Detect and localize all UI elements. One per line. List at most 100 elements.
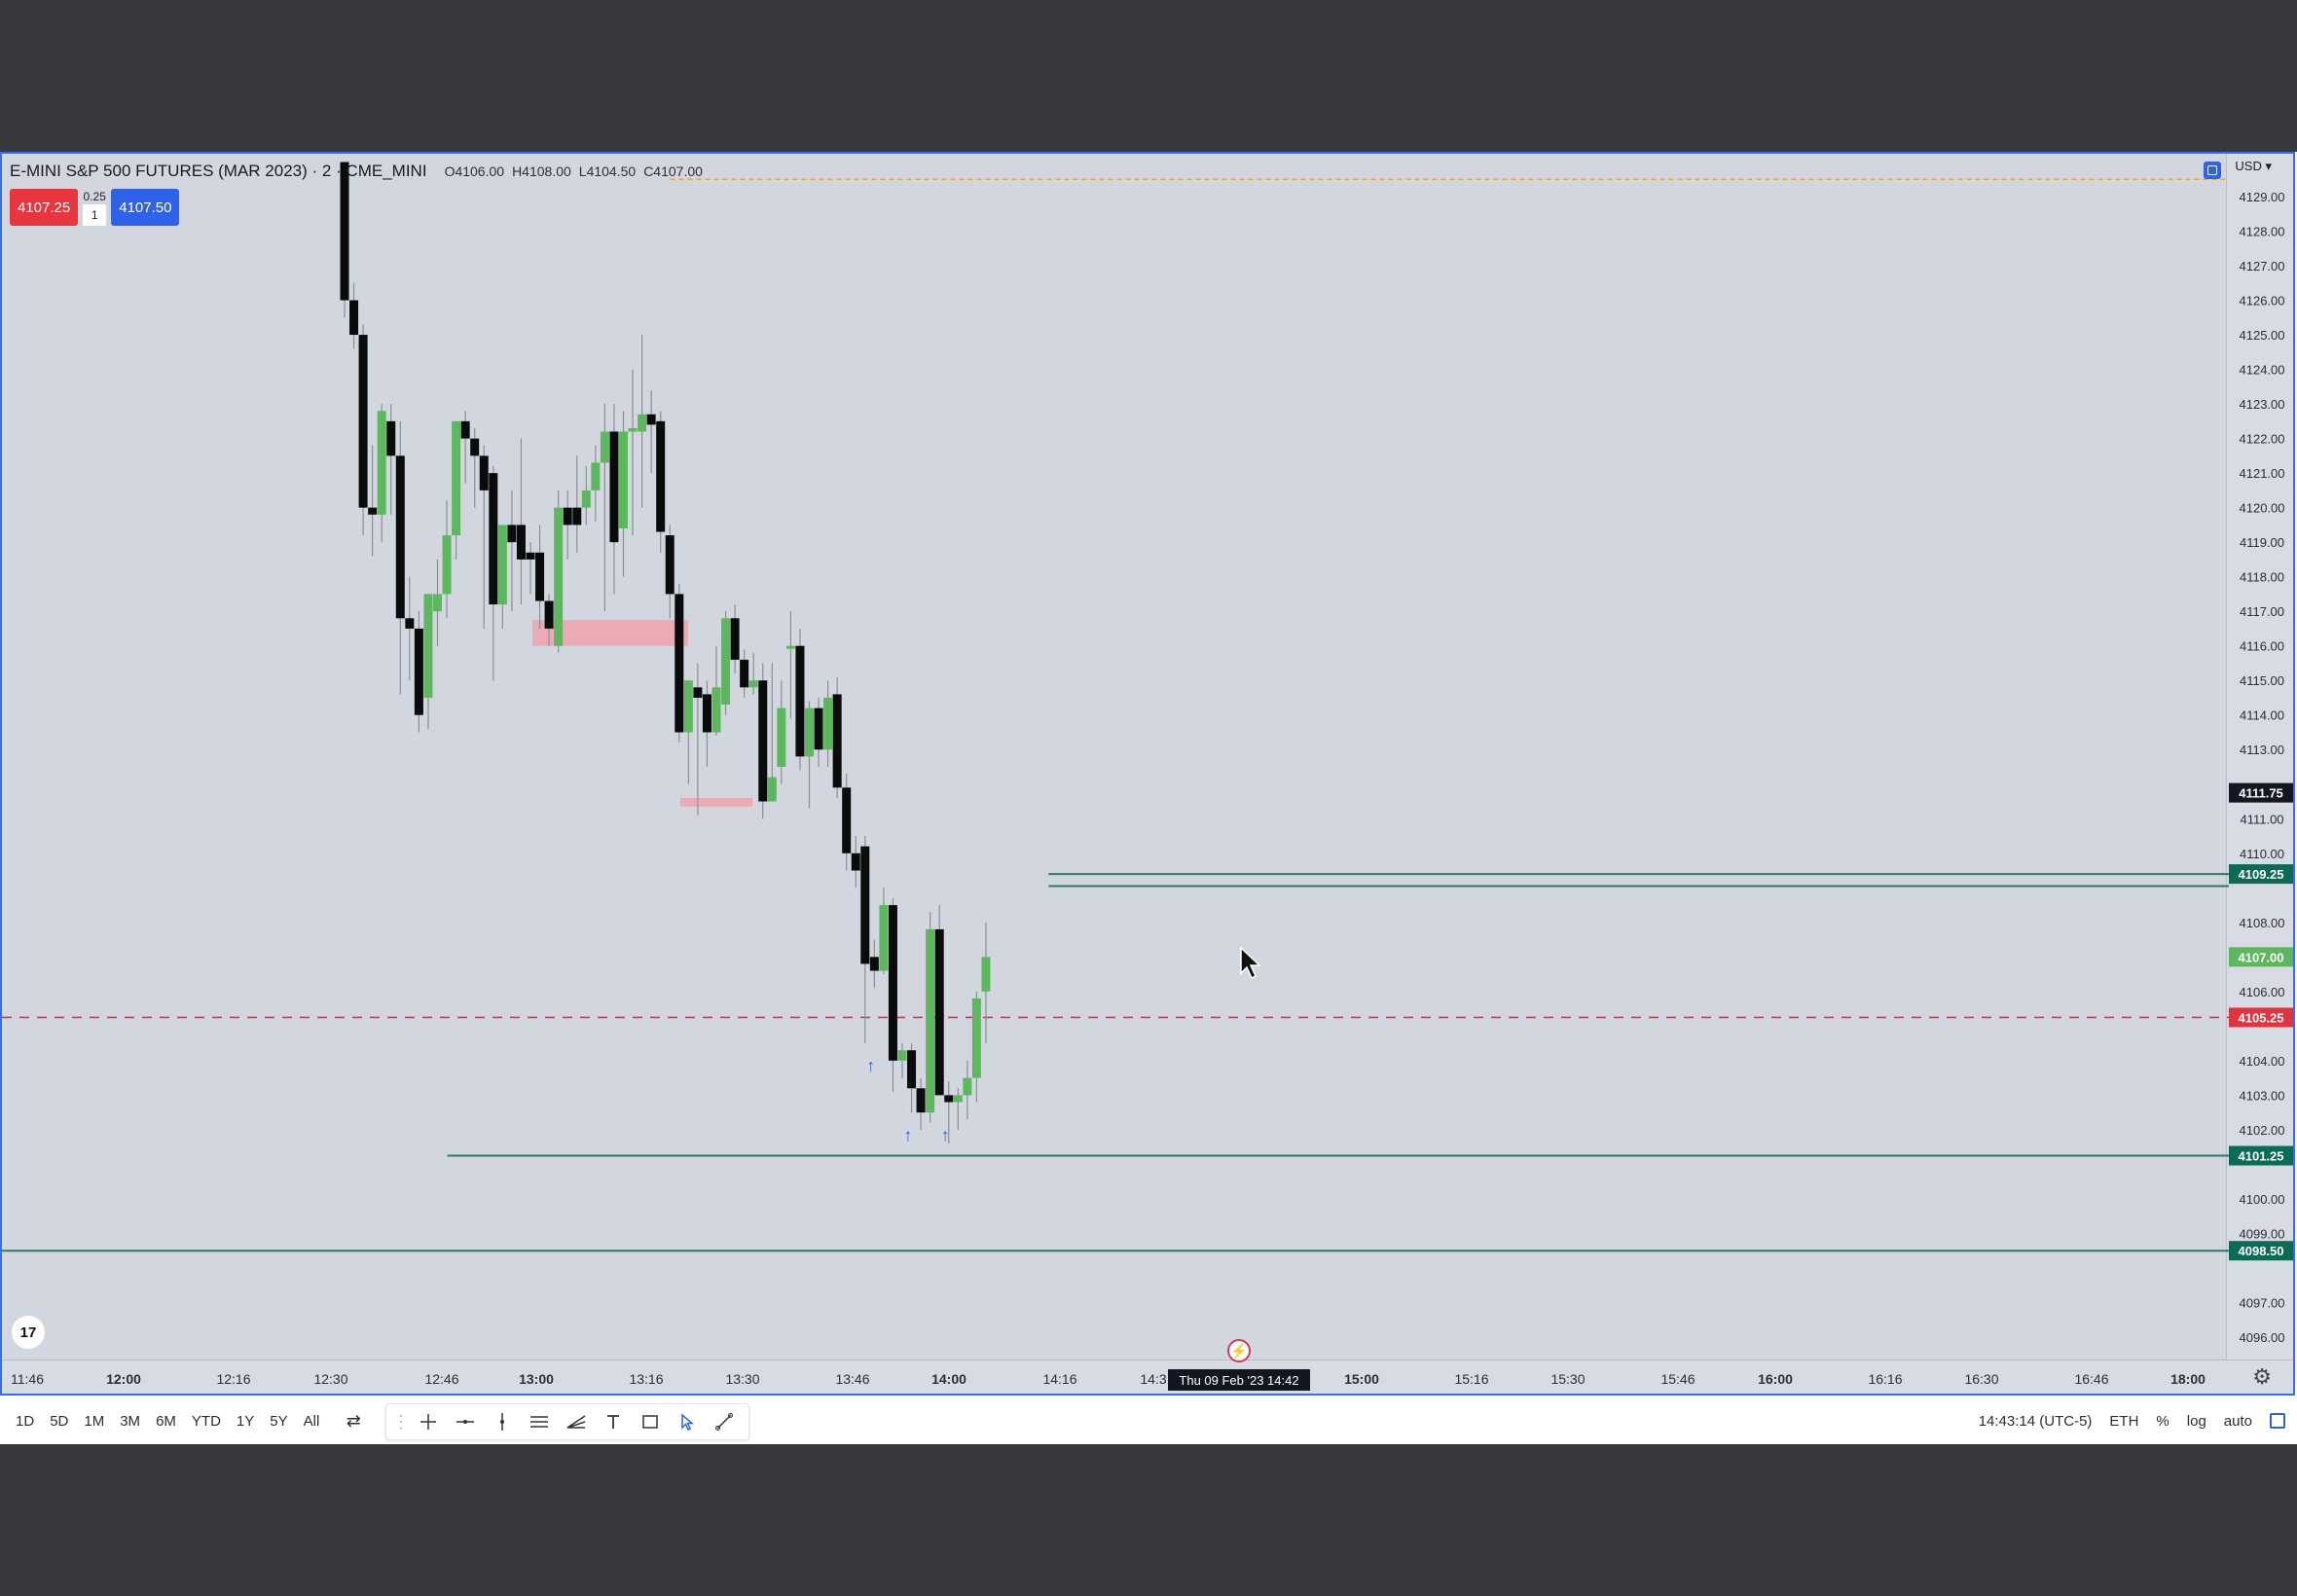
candle-body xyxy=(832,694,842,788)
drawing-toolbar: ⋮ xyxy=(385,1403,749,1440)
price-tick-label: 4097.00 xyxy=(2240,1295,2285,1310)
candle-body xyxy=(414,628,423,715)
crosshair-time-label: Thu 09 Feb '23 14:42 xyxy=(1179,1373,1298,1388)
session-toggle[interactable]: ETH xyxy=(2109,1413,2138,1430)
candle-body xyxy=(638,414,647,432)
candle-body xyxy=(888,905,897,1061)
fullscreen-icon[interactable] xyxy=(2270,1413,2285,1429)
log-scale-toggle[interactable]: log xyxy=(2187,1413,2206,1430)
go-to-date-icon[interactable]: ⇄ xyxy=(341,1411,366,1432)
candle-body xyxy=(368,507,378,515)
gear-icon[interactable]: ⚙ xyxy=(2252,1364,2272,1390)
price-tick-label: 4114.00 xyxy=(2240,708,2284,723)
time-tick-label: 14:16 xyxy=(1042,1371,1076,1387)
candle-body xyxy=(795,645,805,757)
timeframe-3m[interactable]: 3M xyxy=(112,1413,148,1430)
currency-label: USD xyxy=(2235,159,2262,173)
symbol-title[interactable]: E-MINI S&P 500 FUTURES (MAR 2023) · 2 · … xyxy=(10,162,427,181)
candle-body xyxy=(730,618,740,660)
spread-value: 0.25 xyxy=(83,190,106,203)
time-tick-label: 18:00 xyxy=(2170,1371,2206,1387)
pitchfork-icon[interactable] xyxy=(560,1406,593,1437)
timeframe-5d[interactable]: 5D xyxy=(42,1413,76,1430)
timeframe-1m[interactable]: 1M xyxy=(76,1413,112,1430)
vertical-line-icon[interactable] xyxy=(486,1406,519,1437)
currency-selector[interactable]: USD ▾ xyxy=(2235,159,2272,174)
clock-timezone[interactable]: 14:43:14 (UTC-5) xyxy=(1979,1413,2093,1430)
parallel-channel-icon[interactable] xyxy=(523,1406,556,1437)
drag-handle-icon[interactable]: ⋮ xyxy=(392,1406,410,1437)
candle-body xyxy=(777,707,786,767)
timeframe-5y[interactable]: 5Y xyxy=(262,1413,295,1430)
cursor-tool-icon[interactable] xyxy=(671,1406,704,1437)
chart-pane[interactable]: ↑ ↑ ↑ 4129.00 4128.00 4127.00 4126.00 4125.00 41… xyxy=(0,152,2295,1396)
price-tick-label: 4096.00 xyxy=(2240,1330,2285,1345)
candle-body xyxy=(619,431,628,528)
price-tick-label: 4116.00 xyxy=(2240,639,2284,654)
price-tag-label: 4111.75 xyxy=(2239,786,2283,801)
tradingview-app: ↑ ↑ ↑ 4129.00 4128.00 4127.00 4126.00 4125.00 41… xyxy=(0,152,2297,1444)
timeframe-1y[interactable]: 1Y xyxy=(229,1413,262,1430)
time-tick-label: 13:30 xyxy=(725,1371,759,1387)
sell-button[interactable]: 4107.25 xyxy=(10,189,79,226)
bottom-toolbar: 1D 5D 1M 3M 6M YTD 1Y 5Y All ⇄ ⋮ 14:43:1… xyxy=(0,1399,2297,1442)
price-tick-label: 4111.00 xyxy=(2240,812,2283,826)
chart-canvas[interactable]: ↑ ↑ ↑ 4129.00 4128.00 4127.00 4126.00 4125.00 41… xyxy=(2,154,2295,1396)
auto-scale-toggle[interactable]: auto xyxy=(2224,1413,2252,1430)
timeframe-1d[interactable]: 1D xyxy=(8,1413,42,1430)
time-tick-label: 16:30 xyxy=(1964,1371,1998,1387)
candle-body xyxy=(860,846,870,964)
candle-body xyxy=(805,707,814,757)
time-tick-label: 12:46 xyxy=(424,1371,458,1387)
time-tick-label: 11:46 xyxy=(11,1371,44,1387)
ohlc-open: O4106.00 xyxy=(444,163,505,179)
candle-body xyxy=(554,507,564,646)
candle-body xyxy=(702,694,711,733)
candle-body xyxy=(683,680,693,733)
time-tick-label: 15:46 xyxy=(1660,1371,1695,1387)
percent-scale-toggle[interactable]: % xyxy=(2156,1413,2169,1430)
timeframe-all[interactable]: All xyxy=(296,1413,328,1430)
price-tick-label: 4104.00 xyxy=(2240,1054,2285,1069)
price-tick-label: 4119.00 xyxy=(2240,535,2284,550)
crosshair-icon[interactable] xyxy=(412,1406,445,1437)
status-area: 14:43:14 (UTC-5) ETH % log auto xyxy=(1979,1399,2285,1442)
time-tick-label: 16:16 xyxy=(1868,1371,1902,1387)
text-tool-icon[interactable] xyxy=(597,1406,630,1437)
price-tag-label: 4107.00 xyxy=(2239,950,2284,964)
candle-body xyxy=(907,1050,917,1089)
candle-body xyxy=(479,455,489,490)
timeframe-ytd[interactable]: YTD xyxy=(184,1413,229,1430)
tradingview-logo[interactable]: 17 xyxy=(12,1316,45,1349)
price-tick-label: 4126.00 xyxy=(2240,294,2285,308)
candle-body xyxy=(721,618,731,706)
candle-body xyxy=(358,335,368,508)
candle-body xyxy=(916,1088,926,1113)
timeframe-group: 1D 5D 1M 3M 6M YTD 1Y 5Y All xyxy=(8,1413,327,1430)
candle-body xyxy=(953,1095,963,1103)
trend-line-icon[interactable] xyxy=(708,1406,741,1437)
candle-body xyxy=(934,928,944,1096)
candle-body xyxy=(423,594,433,698)
signal-arrow-icon: ↑ xyxy=(941,1125,950,1144)
candle-body xyxy=(711,687,721,733)
candle-body xyxy=(675,594,684,733)
candle-body xyxy=(535,552,545,601)
rectangle-tool-icon[interactable] xyxy=(634,1406,667,1437)
price-tick-label: 4129.00 xyxy=(2240,190,2285,204)
price-tick-label: 4106.00 xyxy=(2240,985,2285,999)
time-tick-label: 13:16 xyxy=(629,1371,663,1387)
buy-button[interactable]: 4107.50 xyxy=(111,189,180,226)
candle-body xyxy=(897,1050,907,1061)
signal-arrow-icon: ↑ xyxy=(866,1056,875,1075)
candle-body xyxy=(591,462,601,490)
time-tick-label: 14:00 xyxy=(931,1371,966,1387)
candle-body xyxy=(981,957,991,992)
timeframe-6m[interactable]: 6M xyxy=(148,1413,184,1430)
time-tick-label: 13:46 xyxy=(835,1371,869,1387)
candle-body xyxy=(971,998,981,1078)
quantity-input[interactable]: 1 xyxy=(83,204,107,226)
object-tree-icon[interactable] xyxy=(2204,162,2221,179)
time-tick-label: 15:00 xyxy=(1344,1371,1379,1387)
horizontal-line-icon[interactable] xyxy=(449,1406,482,1437)
